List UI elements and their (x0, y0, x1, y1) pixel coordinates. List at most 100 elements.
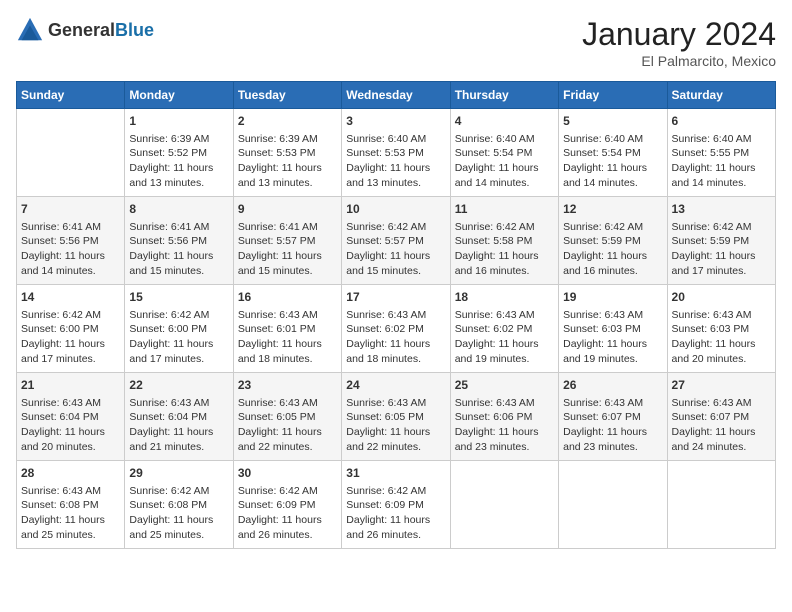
day-info: Sunrise: 6:43 AMSunset: 6:07 PMDaylight:… (563, 396, 662, 455)
day-info: Sunrise: 6:41 AMSunset: 5:57 PMDaylight:… (238, 220, 337, 279)
day-cell (17, 109, 125, 197)
day-number: 22 (129, 377, 228, 394)
day-info: Sunrise: 6:43 AMSunset: 6:04 PMDaylight:… (129, 396, 228, 455)
day-cell: 14 Sunrise: 6:42 AMSunset: 6:00 PMDayligh… (17, 285, 125, 373)
day-number: 20 (672, 289, 771, 306)
header-cell-wednesday: Wednesday (342, 82, 450, 109)
day-info: Sunrise: 6:40 AMSunset: 5:55 PMDaylight:… (672, 132, 771, 191)
day-cell (450, 461, 558, 549)
day-cell: 28Sunrise: 6:43 AMSunset: 6:08 PMDayligh… (17, 461, 125, 549)
calendar-header: SundayMondayTuesdayWednesdayThursdayFrid… (17, 82, 776, 109)
day-info: Sunrise: 6:42 AMSunset: 6:00 PMDaylight:… (129, 308, 228, 367)
location-title: El Palmarcito, Mexico (582, 53, 776, 69)
day-cell: 19Sunrise: 6:43 AMSunset: 6:03 PMDayligh… (559, 285, 667, 373)
day-number: 18 (455, 289, 554, 306)
day-number: 26 (563, 377, 662, 394)
day-info: Sunrise: 6:41 AMSunset: 5:56 PMDaylight:… (129, 220, 228, 279)
day-info: Sunrise: 6:42 AMSunset: 5:59 PMDaylight:… (672, 220, 771, 279)
day-cell: 26 Sunrise: 6:43 AMSunset: 6:07 PMDayligh… (559, 373, 667, 461)
day-number: 25 (455, 377, 554, 394)
day-cell: 6 Sunrise: 6:40 AMSunset: 5:55 PMDaylight… (667, 109, 775, 197)
day-number: 4 (455, 113, 554, 130)
week-row-3: 14 Sunrise: 6:42 AMSunset: 6:00 PMDayligh… (17, 285, 776, 373)
day-cell: 2 Sunrise: 6:39 AMSunset: 5:53 PMDaylight… (233, 109, 341, 197)
day-cell: 9 Sunrise: 6:41 AMSunset: 5:57 PMDaylight… (233, 197, 341, 285)
day-cell: 22 Sunrise: 6:43 AMSunset: 6:04 PMDayligh… (125, 373, 233, 461)
day-cell: 30 Sunrise: 6:42 AMSunset: 6:09 PMDayligh… (233, 461, 341, 549)
day-number: 1 (129, 113, 228, 130)
header-cell-sunday: Sunday (17, 82, 125, 109)
day-number: 12 (563, 201, 662, 218)
day-number: 24 (346, 377, 445, 394)
day-number: 31 (346, 465, 445, 482)
day-number: 5 (563, 113, 662, 130)
logo-text-general: General (48, 20, 115, 40)
day-number: 17 (346, 289, 445, 306)
header-row: SundayMondayTuesdayWednesdayThursdayFrid… (17, 82, 776, 109)
day-number: 21 (21, 377, 120, 394)
day-cell: 13 Sunrise: 6:42 AMSunset: 5:59 PMDayligh… (667, 197, 775, 285)
day-cell: 24 Sunrise: 6:43 AMSunset: 6:05 PMDayligh… (342, 373, 450, 461)
day-number: 7 (21, 201, 120, 218)
day-info: Sunrise: 6:42 AMSunset: 6:09 PMDaylight:… (238, 484, 337, 543)
day-number: 14 (21, 289, 120, 306)
week-row-5: 28Sunrise: 6:43 AMSunset: 6:08 PMDayligh… (17, 461, 776, 549)
month-title: January 2024 (582, 16, 776, 53)
day-info: Sunrise: 6:41 AMSunset: 5:56 PMDaylight:… (21, 220, 120, 279)
day-cell: 31 Sunrise: 6:42 AMSunset: 6:09 PMDayligh… (342, 461, 450, 549)
day-number: 15 (129, 289, 228, 306)
day-number: 16 (238, 289, 337, 306)
week-row-1: 1 Sunrise: 6:39 AMSunset: 5:52 PMDaylight… (17, 109, 776, 197)
day-info: Sunrise: 6:42 AMSunset: 5:58 PMDaylight:… (455, 220, 554, 279)
day-info: Sunrise: 6:40 AMSunset: 5:54 PMDaylight:… (455, 132, 554, 191)
day-cell: 5Sunrise: 6:40 AMSunset: 5:54 PMDaylight… (559, 109, 667, 197)
day-info: Sunrise: 6:39 AMSunset: 5:53 PMDaylight:… (238, 132, 337, 191)
logo-text-blue: Blue (115, 20, 154, 40)
day-cell: 18 Sunrise: 6:43 AMSunset: 6:02 PMDayligh… (450, 285, 558, 373)
day-cell: 7 Sunrise: 6:41 AMSunset: 5:56 PMDaylight… (17, 197, 125, 285)
day-info: Sunrise: 6:42 AMSunset: 5:57 PMDaylight:… (346, 220, 445, 279)
day-number: 13 (672, 201, 771, 218)
day-cell: 1 Sunrise: 6:39 AMSunset: 5:52 PMDaylight… (125, 109, 233, 197)
day-cell: 8 Sunrise: 6:41 AMSunset: 5:56 PMDaylight… (125, 197, 233, 285)
day-info: Sunrise: 6:40 AMSunset: 5:53 PMDaylight:… (346, 132, 445, 191)
day-cell: 11 Sunrise: 6:42 AMSunset: 5:58 PMDayligh… (450, 197, 558, 285)
day-cell: 25Sunrise: 6:43 AMSunset: 6:06 PMDayligh… (450, 373, 558, 461)
day-cell: 29Sunrise: 6:42 AMSunset: 6:08 PMDayligh… (125, 461, 233, 549)
day-cell: 27 Sunrise: 6:43 AMSunset: 6:07 PMDayligh… (667, 373, 775, 461)
day-cell: 23Sunrise: 6:43 AMSunset: 6:05 PMDayligh… (233, 373, 341, 461)
day-number: 2 (238, 113, 337, 130)
header-cell-tuesday: Tuesday (233, 82, 341, 109)
calendar-body: 1 Sunrise: 6:39 AMSunset: 5:52 PMDaylight… (17, 109, 776, 549)
day-number: 9 (238, 201, 337, 218)
day-info: Sunrise: 6:42 AMSunset: 6:09 PMDaylight:… (346, 484, 445, 543)
day-info: Sunrise: 6:43 AMSunset: 6:03 PMDaylight:… (672, 308, 771, 367)
day-cell: 21Sunrise: 6:43 AMSunset: 6:04 PMDayligh… (17, 373, 125, 461)
day-number: 10 (346, 201, 445, 218)
day-info: Sunrise: 6:43 AMSunset: 6:02 PMDaylight:… (455, 308, 554, 367)
day-number: 27 (672, 377, 771, 394)
title-block: January 2024 El Palmarcito, Mexico (582, 16, 776, 69)
day-info: Sunrise: 6:43 AMSunset: 6:05 PMDaylight:… (346, 396, 445, 455)
calendar-table: SundayMondayTuesdayWednesdayThursdayFrid… (16, 81, 776, 549)
day-info: Sunrise: 6:42 AMSunset: 5:59 PMDaylight:… (563, 220, 662, 279)
day-info: Sunrise: 6:39 AMSunset: 5:52 PMDaylight:… (129, 132, 228, 191)
day-cell: 3 Sunrise: 6:40 AMSunset: 5:53 PMDaylight… (342, 109, 450, 197)
day-number: 30 (238, 465, 337, 482)
day-info: Sunrise: 6:42 AMSunset: 6:00 PMDaylight:… (21, 308, 120, 367)
day-number: 3 (346, 113, 445, 130)
day-info: Sunrise: 6:43 AMSunset: 6:07 PMDaylight:… (672, 396, 771, 455)
page-header: GeneralBlue January 2024 El Palmarcito, … (16, 16, 776, 69)
day-info: Sunrise: 6:42 AMSunset: 6:08 PMDaylight:… (129, 484, 228, 543)
day-number: 6 (672, 113, 771, 130)
week-row-2: 7 Sunrise: 6:41 AMSunset: 5:56 PMDaylight… (17, 197, 776, 285)
day-number: 11 (455, 201, 554, 218)
day-cell: 20 Sunrise: 6:43 AMSunset: 6:03 PMDayligh… (667, 285, 775, 373)
day-cell (667, 461, 775, 549)
day-cell: 4 Sunrise: 6:40 AMSunset: 5:54 PMDaylight… (450, 109, 558, 197)
day-cell: 10 Sunrise: 6:42 AMSunset: 5:57 PMDayligh… (342, 197, 450, 285)
header-cell-thursday: Thursday (450, 82, 558, 109)
day-number: 8 (129, 201, 228, 218)
header-cell-saturday: Saturday (667, 82, 775, 109)
day-cell: 17Sunrise: 6:43 AMSunset: 6:02 PMDayligh… (342, 285, 450, 373)
